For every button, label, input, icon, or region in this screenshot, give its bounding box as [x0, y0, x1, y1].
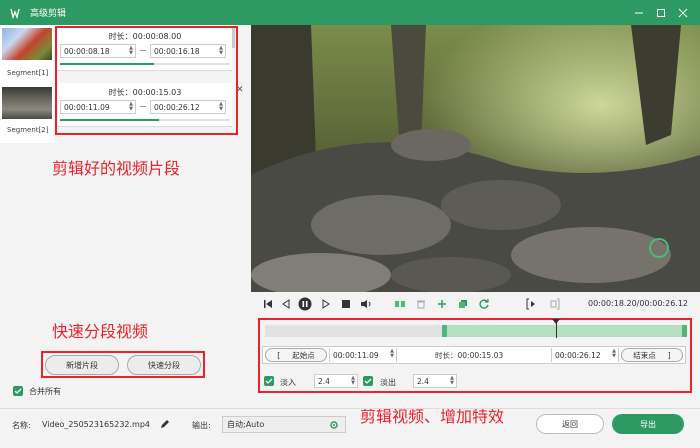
fade-in-stepper[interactable]: 2.4 ▲ ▼: [314, 374, 358, 388]
back-button[interactable]: 返回: [536, 414, 604, 434]
segment-thumbnail-label: Segment[1]: [7, 69, 49, 77]
merge-all-checkbox[interactable]: [13, 386, 23, 396]
segment-thumbnails: Segment[1] Segment[2]: [0, 25, 54, 143]
minimize-icon[interactable]: [628, 2, 650, 24]
annotation-clips: 剪辑好的视频片段: [52, 159, 181, 178]
file-name-value: Video_250523165232.mp4: [42, 420, 150, 429]
stepper-icon: ▲ ▼: [351, 375, 355, 386]
fade-in-checkbox[interactable]: [264, 376, 274, 386]
output-format-field[interactable]: 自动;Auto: [222, 416, 346, 433]
edit-name-icon[interactable]: [160, 419, 170, 432]
stepper-icon: ▲ ▼: [390, 348, 394, 359]
title-bar: 高级剪辑: [0, 0, 700, 25]
trim-row: [起始点 00:00:11.09 ▲ ▼ 时长：00:00:15.03 00:00:…: [262, 346, 686, 364]
next-frame-icon[interactable]: [319, 297, 333, 311]
mark-in-icon[interactable]: [525, 297, 539, 311]
fade-in-label: 淡入: [280, 378, 296, 387]
maximize-icon[interactable]: [650, 2, 672, 24]
quick-split-button[interactable]: 快速分段: [127, 355, 201, 375]
settings-gear-icon[interactable]: [329, 420, 339, 432]
volume-icon[interactable]: [359, 297, 373, 311]
trim-duration: 时长：00:00:15.03: [435, 351, 504, 360]
segment-thumbnail[interactable]: [2, 28, 52, 60]
split-icon[interactable]: [393, 297, 407, 311]
skip-start-icon[interactable]: [261, 297, 275, 311]
mark-out-icon[interactable]: [547, 297, 561, 311]
segment-thumbnail-label: Segment[2]: [7, 126, 49, 134]
pause-icon[interactable]: [298, 297, 312, 311]
trim-timeline[interactable]: [265, 319, 687, 338]
fade-out-stepper[interactable]: 2.4 ▲ ▼: [413, 374, 457, 388]
fade-out-checkbox[interactable]: [363, 376, 373, 386]
playback-controls: 00:00:18.20/00:00:26.12: [251, 295, 700, 313]
playback-time: 00:00:18.20/00:00:26.12: [588, 299, 688, 308]
export-button[interactable]: 导出: [612, 414, 684, 434]
delete-icon[interactable]: [414, 297, 428, 311]
annotation-box-clips: [55, 26, 238, 135]
timeline-selection[interactable]: [442, 325, 687, 337]
copy-icon[interactable]: [456, 297, 470, 311]
file-name-label: 名称:: [12, 421, 31, 430]
app-logo-icon: [8, 6, 22, 20]
add-segment-button[interactable]: 新增片段: [45, 355, 119, 375]
add-icon[interactable]: [435, 297, 449, 311]
annotation-split: 快速分段视频: [52, 322, 149, 341]
output-label: 输出:: [192, 421, 211, 430]
segment-thumbnail[interactable]: [2, 87, 52, 119]
playhead-handle-icon[interactable]: [552, 319, 561, 324]
reset-icon[interactable]: [477, 297, 491, 311]
video-preview: [251, 25, 700, 292]
fade-out-label: 淡出: [380, 378, 396, 387]
set-end-button[interactable]: 结束点]: [621, 348, 683, 362]
set-start-button[interactable]: [起始点: [265, 348, 327, 362]
merge-all-label: 合并所有: [29, 387, 61, 396]
footer-divider: [0, 408, 700, 409]
close-icon[interactable]: [672, 2, 694, 24]
prev-frame-icon[interactable]: [279, 297, 293, 311]
stepper-icon: ▲ ▼: [450, 375, 454, 386]
trim-start-field[interactable]: 00:00:11.09 ▲ ▼: [329, 348, 397, 362]
annotation-edit: 剪辑视频、增加特效: [360, 407, 505, 426]
video-frame: [251, 25, 700, 292]
window-title: 高级剪辑: [30, 9, 67, 19]
stop-icon[interactable]: [339, 297, 353, 311]
stepper-icon: ▲ ▼: [612, 348, 616, 359]
trim-end-field[interactable]: 00:00:26.12 ▲ ▼: [551, 348, 619, 362]
